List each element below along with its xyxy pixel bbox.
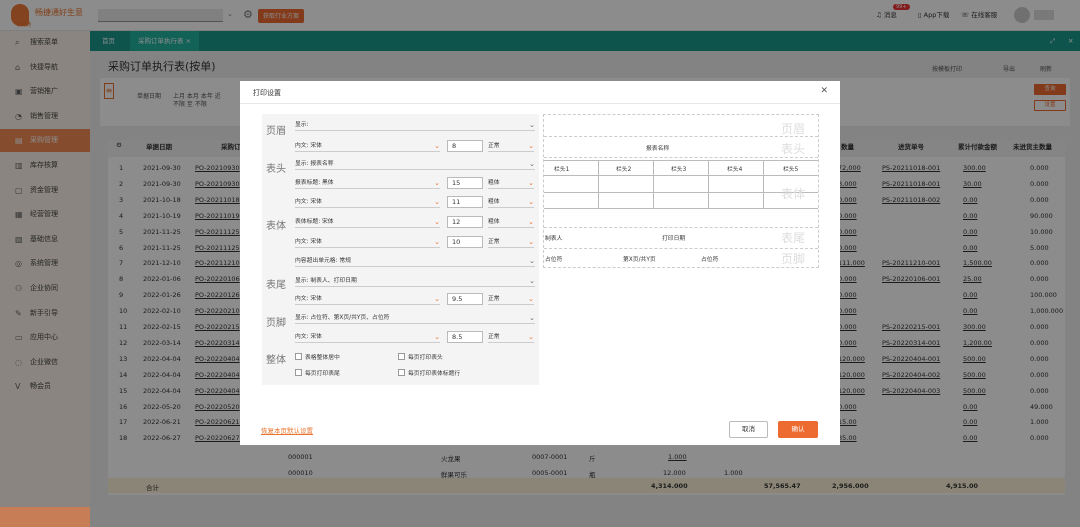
confirm-button[interactable]: 确认 — [778, 421, 818, 438]
section-body: 表体 — [266, 221, 286, 232]
preview-col-5: 栏头5 — [783, 167, 799, 173]
body-size-input[interactable]: 12 — [447, 216, 483, 228]
print-tail-each-page-checkbox[interactable]: 每页打印表尾 — [295, 368, 340, 377]
header-show-select[interactable]: 显示: ⌄ — [295, 120, 535, 131]
preview-print-date: 打印日期 — [662, 236, 686, 242]
section-header: 页眉 — [266, 126, 286, 137]
preview-page-info: 第X页/共Y页 — [623, 257, 656, 263]
preview-body-label: 表体 — [781, 187, 806, 201]
chevron-down-icon: ⌄ — [528, 198, 534, 206]
print-settings-dialog: 打印设置 ✕ 页眉 表头 表体 表尾 页脚 整体 显示: ⌄ 内文: 宋体 ⌄ 8 … — [240, 81, 840, 445]
preview-maker: 制表人 — [545, 236, 563, 242]
sidebar-footer — [0, 507, 90, 527]
preview-col-3: 栏头3 — [671, 167, 687, 173]
chevron-down-icon: ⌄ — [528, 218, 534, 226]
header-style-select[interactable]: 正常 ⌄ — [488, 141, 534, 152]
print-body-title-each-page-checkbox[interactable]: 每页打印表体标题行 — [398, 368, 460, 377]
title-style-select[interactable]: 粗体 ⌄ — [488, 178, 534, 189]
title-text-style-select[interactable]: 粗体 ⌄ — [488, 197, 534, 208]
body-style-select[interactable]: 粗体 ⌄ — [488, 217, 534, 228]
chevron-down-icon: ⌄ — [434, 218, 440, 226]
preview-report-name: 报表名称 — [646, 146, 670, 152]
chevron-down-icon: ⌄ — [529, 314, 535, 322]
chevron-down-icon: ⌄ — [434, 238, 440, 246]
title-size-input[interactable]: 15 — [447, 177, 483, 189]
title-text-font-select[interactable]: 内文: 宋体 ⌄ — [295, 197, 440, 208]
reset-defaults-link[interactable]: 恢复本页默认设置 — [261, 425, 313, 435]
footer-style-select[interactable]: 正常 ⌄ — [488, 332, 534, 343]
chevron-down-icon: ⌄ — [529, 277, 535, 285]
chevron-down-icon: ⌄ — [528, 333, 534, 341]
print-header-each-page-checkbox[interactable]: 每页打印表头 — [398, 352, 443, 361]
preview-header-label: 页眉 — [781, 122, 806, 136]
footer-font-select[interactable]: 内文: 宋体 ⌄ — [295, 332, 440, 343]
preview-tail-label: 表尾 — [781, 231, 806, 245]
header-size-input[interactable]: 8 — [447, 140, 483, 152]
center-table-checkbox[interactable]: 表格整体居中 — [295, 352, 340, 361]
title-font-select[interactable]: 报表标题: 黑体 ⌄ — [295, 178, 440, 189]
dialog-title: 打印设置 — [253, 89, 281, 97]
cancel-button[interactable]: 取消 — [729, 421, 768, 438]
close-icon[interactable]: ✕ — [820, 86, 828, 96]
chevron-down-icon: ⌄ — [434, 333, 440, 341]
header-font-select[interactable]: 内文: 宋体 ⌄ — [295, 141, 440, 152]
tail-style-select[interactable]: 正常 ⌄ — [488, 294, 534, 305]
preview-footer-label: 页脚 — [781, 252, 806, 266]
tail-font-select[interactable]: 内文: 宋体 ⌄ — [295, 294, 440, 305]
chevron-down-icon: ⌄ — [528, 179, 534, 187]
chevron-down-icon: ⌄ — [529, 257, 535, 265]
body-text-font-select[interactable]: 内文: 宋体 ⌄ — [295, 237, 440, 248]
settings-panel — [262, 114, 539, 385]
chevron-down-icon: ⌄ — [434, 198, 440, 206]
preview-col-1: 栏头1 — [554, 167, 570, 173]
footer-size-input[interactable]: 8.5 — [447, 331, 483, 343]
section-footer: 页脚 — [266, 318, 286, 329]
preview-placeholder-1: 占位符 — [545, 257, 563, 263]
chevron-down-icon: ⌄ — [528, 238, 534, 246]
preview-placeholder-2: 占位符 — [701, 257, 719, 263]
preview-col-2: 栏头2 — [616, 167, 632, 173]
chevron-down-icon: ⌄ — [528, 295, 534, 303]
tail-show-select[interactable]: 显示: 制表人、打印日期 ⌄ — [295, 276, 535, 287]
section-title: 表头 — [266, 164, 286, 175]
overflow-select[interactable]: 内容超出单元格: 常规 ⌄ — [295, 256, 535, 267]
body-text-size-input[interactable]: 10 — [447, 236, 483, 248]
preview-title-label: 表头 — [781, 142, 806, 156]
title-show-select[interactable]: 显示: 报表名称 ⌄ — [295, 159, 535, 170]
section-tail: 表尾 — [266, 280, 286, 291]
body-font-select[interactable]: 表体标题: 宋体 ⌄ — [295, 217, 440, 228]
title-text-size-input[interactable]: 11 — [447, 196, 483, 208]
tail-size-input[interactable]: 9.5 — [447, 293, 483, 305]
chevron-down-icon: ⌄ — [529, 160, 535, 168]
chevron-down-icon: ⌄ — [434, 295, 440, 303]
chevron-down-icon: ⌄ — [434, 179, 440, 187]
chevron-down-icon: ⌄ — [434, 142, 440, 150]
body-text-style-select[interactable]: 正常 ⌄ — [488, 237, 534, 248]
preview-col-4: 栏头4 — [727, 167, 743, 173]
print-preview: 页眉 报表名称 表头 栏头1 栏头2 栏头3 栏头4 栏头5 表体 制表人 打印… — [543, 114, 819, 268]
footer-show-select[interactable]: 显示: 占位符、第X页/共Y页、占位符 ⌄ — [295, 313, 535, 324]
section-overall: 整体 — [266, 355, 286, 366]
chevron-down-icon: ⌄ — [528, 142, 534, 150]
chevron-down-icon: ⌄ — [529, 121, 535, 129]
